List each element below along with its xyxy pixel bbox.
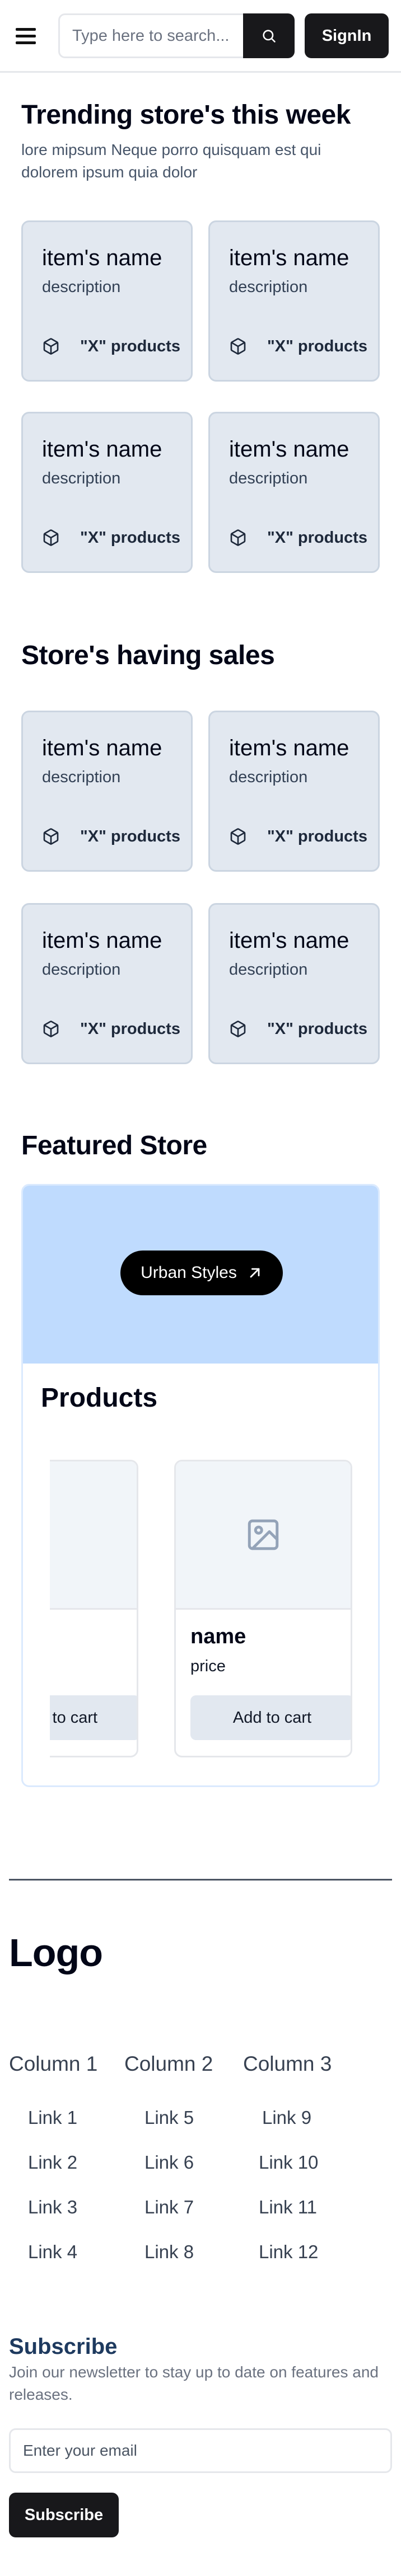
- store-card-name: item's name: [42, 437, 162, 462]
- store-card-name: item's name: [229, 928, 349, 953]
- store-card[interactable]: item's name description "X" products: [21, 412, 193, 573]
- store-card[interactable]: item's name description "X" products: [21, 220, 193, 382]
- box-icon: [229, 1020, 257, 1038]
- product-name: name: [190, 1625, 246, 1648]
- store-card[interactable]: item's name description "X" products: [208, 903, 380, 1064]
- store-card-description: description: [229, 768, 308, 786]
- box-icon: [42, 1020, 70, 1038]
- search-button[interactable]: [243, 13, 295, 58]
- store-card[interactable]: item's name description "X" products: [208, 711, 380, 872]
- search-icon: [263, 30, 276, 43]
- product-card[interactable]: name price Add to cart: [174, 1460, 352, 1757]
- footer-link[interactable]: Link 11: [259, 2197, 317, 2218]
- arrow-up-right-icon: [250, 1268, 260, 1278]
- box-icon: [229, 337, 257, 355]
- store-card-description: description: [229, 469, 308, 487]
- footer-link[interactable]: Link 6: [144, 2152, 194, 2173]
- store-card-product-count: "X" products: [229, 1018, 367, 1040]
- subscribe-title: Subscribe: [9, 2334, 118, 2359]
- featured-store-card: Urban Styles Products name price Add to …: [21, 1184, 380, 1787]
- store-card-product-count: "X" products: [229, 825, 367, 848]
- subscribe-button[interactable]: Subscribe: [9, 2493, 119, 2537]
- product-count-label: "X" products: [80, 1019, 180, 1038]
- store-card[interactable]: item's name description "X" products: [208, 412, 380, 573]
- site-header: SignIn: [0, 0, 401, 73]
- footer-divider: [9, 1879, 392, 1881]
- featured-banner: Urban Styles: [23, 1186, 378, 1364]
- store-card-description: description: [42, 768, 121, 786]
- trending-title: Trending store's this week: [21, 100, 351, 130]
- add-to-cart-button[interactable]: Add to cart: [190, 1695, 351, 1740]
- footer-link[interactable]: Link 8: [144, 2241, 194, 2263]
- product-carousel[interactable]: name price Add to cart name price Add to…: [50, 1460, 352, 1757]
- box-icon: [229, 828, 257, 845]
- store-card-name: item's name: [42, 736, 162, 760]
- footer-link[interactable]: Link 10: [259, 2152, 318, 2173]
- product-image: [50, 1461, 137, 1610]
- add-to-cart-button[interactable]: Add to cart: [50, 1695, 137, 1740]
- store-card-product-count: "X" products: [42, 335, 180, 358]
- footer-link[interactable]: Link 1: [28, 2107, 77, 2128]
- product-card[interactable]: name price Add to cart: [50, 1460, 138, 1757]
- signin-button[interactable]: SignIn: [305, 13, 389, 58]
- product-count-label: "X" products: [267, 827, 367, 845]
- store-card-product-count: "X" products: [229, 335, 367, 358]
- featured-title: Featured Store: [21, 1131, 207, 1160]
- store-card[interactable]: item's name description "X" products: [208, 220, 380, 382]
- hamburger-menu-icon[interactable]: [13, 25, 38, 47]
- box-icon: [229, 529, 257, 547]
- store-card-product-count: "X" products: [42, 1018, 180, 1040]
- store-card[interactable]: item's name description "X" products: [21, 903, 193, 1064]
- search-bar: [58, 13, 295, 58]
- product-price: price: [190, 1657, 226, 1675]
- sales-title: Store's having sales: [21, 641, 275, 670]
- footer-link[interactable]: Link 3: [28, 2197, 77, 2218]
- footer-link[interactable]: Link 12: [259, 2241, 318, 2263]
- store-card-description: description: [42, 278, 121, 296]
- store-card-description: description: [229, 278, 308, 296]
- footer-column-1-title: Column 1: [9, 2052, 98, 2075]
- store-card-name: item's name: [229, 736, 349, 760]
- footer-link[interactable]: Link 4: [28, 2241, 77, 2263]
- product-image: [176, 1461, 351, 1610]
- footer-link[interactable]: Link 7: [144, 2197, 194, 2218]
- store-card-description: description: [42, 961, 121, 979]
- store-card-description: description: [42, 469, 121, 487]
- footer-column-3-title: Column 3: [243, 2052, 332, 2075]
- product-count-label: "X" products: [80, 337, 180, 355]
- store-card-description: description: [229, 961, 308, 979]
- footer-column-2-title: Column 2: [124, 2052, 213, 2075]
- search-input[interactable]: [58, 13, 243, 58]
- subscribe-description: Join our newsletter to stay up to date o…: [9, 2363, 379, 2403]
- store-card-product-count: "X" products: [229, 527, 367, 549]
- product-count-label: "X" products: [80, 827, 180, 845]
- store-card[interactable]: item's name description "X" products: [21, 711, 193, 872]
- product-count-label: "X" products: [80, 528, 180, 547]
- trending-description: lore mipsum Neque porro quisquam est qui…: [21, 141, 321, 181]
- store-card-product-count: "X" products: [42, 527, 180, 549]
- store-card-name: item's name: [42, 928, 162, 953]
- products-title: Products: [41, 1383, 158, 1413]
- store-link-button[interactable]: Urban Styles: [120, 1251, 283, 1295]
- store-card-name: item's name: [42, 246, 162, 270]
- email-field[interactable]: [9, 2428, 392, 2473]
- store-name: Urban Styles: [141, 1263, 237, 1282]
- store-card-product-count: "X" products: [42, 825, 180, 848]
- product-count-label: "X" products: [267, 337, 367, 355]
- product-count-label: "X" products: [267, 1019, 367, 1038]
- product-count-label: "X" products: [267, 528, 367, 547]
- store-card-name: item's name: [229, 437, 349, 462]
- footer-link[interactable]: Link 2: [28, 2152, 77, 2173]
- store-card-name: item's name: [229, 246, 349, 270]
- box-icon: [42, 337, 70, 355]
- footer-link[interactable]: Link 9: [262, 2107, 311, 2128]
- footer-logo[interactable]: Logo: [9, 1930, 103, 1975]
- footer-link[interactable]: Link 5: [144, 2107, 194, 2128]
- box-icon: [42, 828, 70, 845]
- image-icon: [248, 1519, 279, 1550]
- box-icon: [42, 529, 70, 547]
